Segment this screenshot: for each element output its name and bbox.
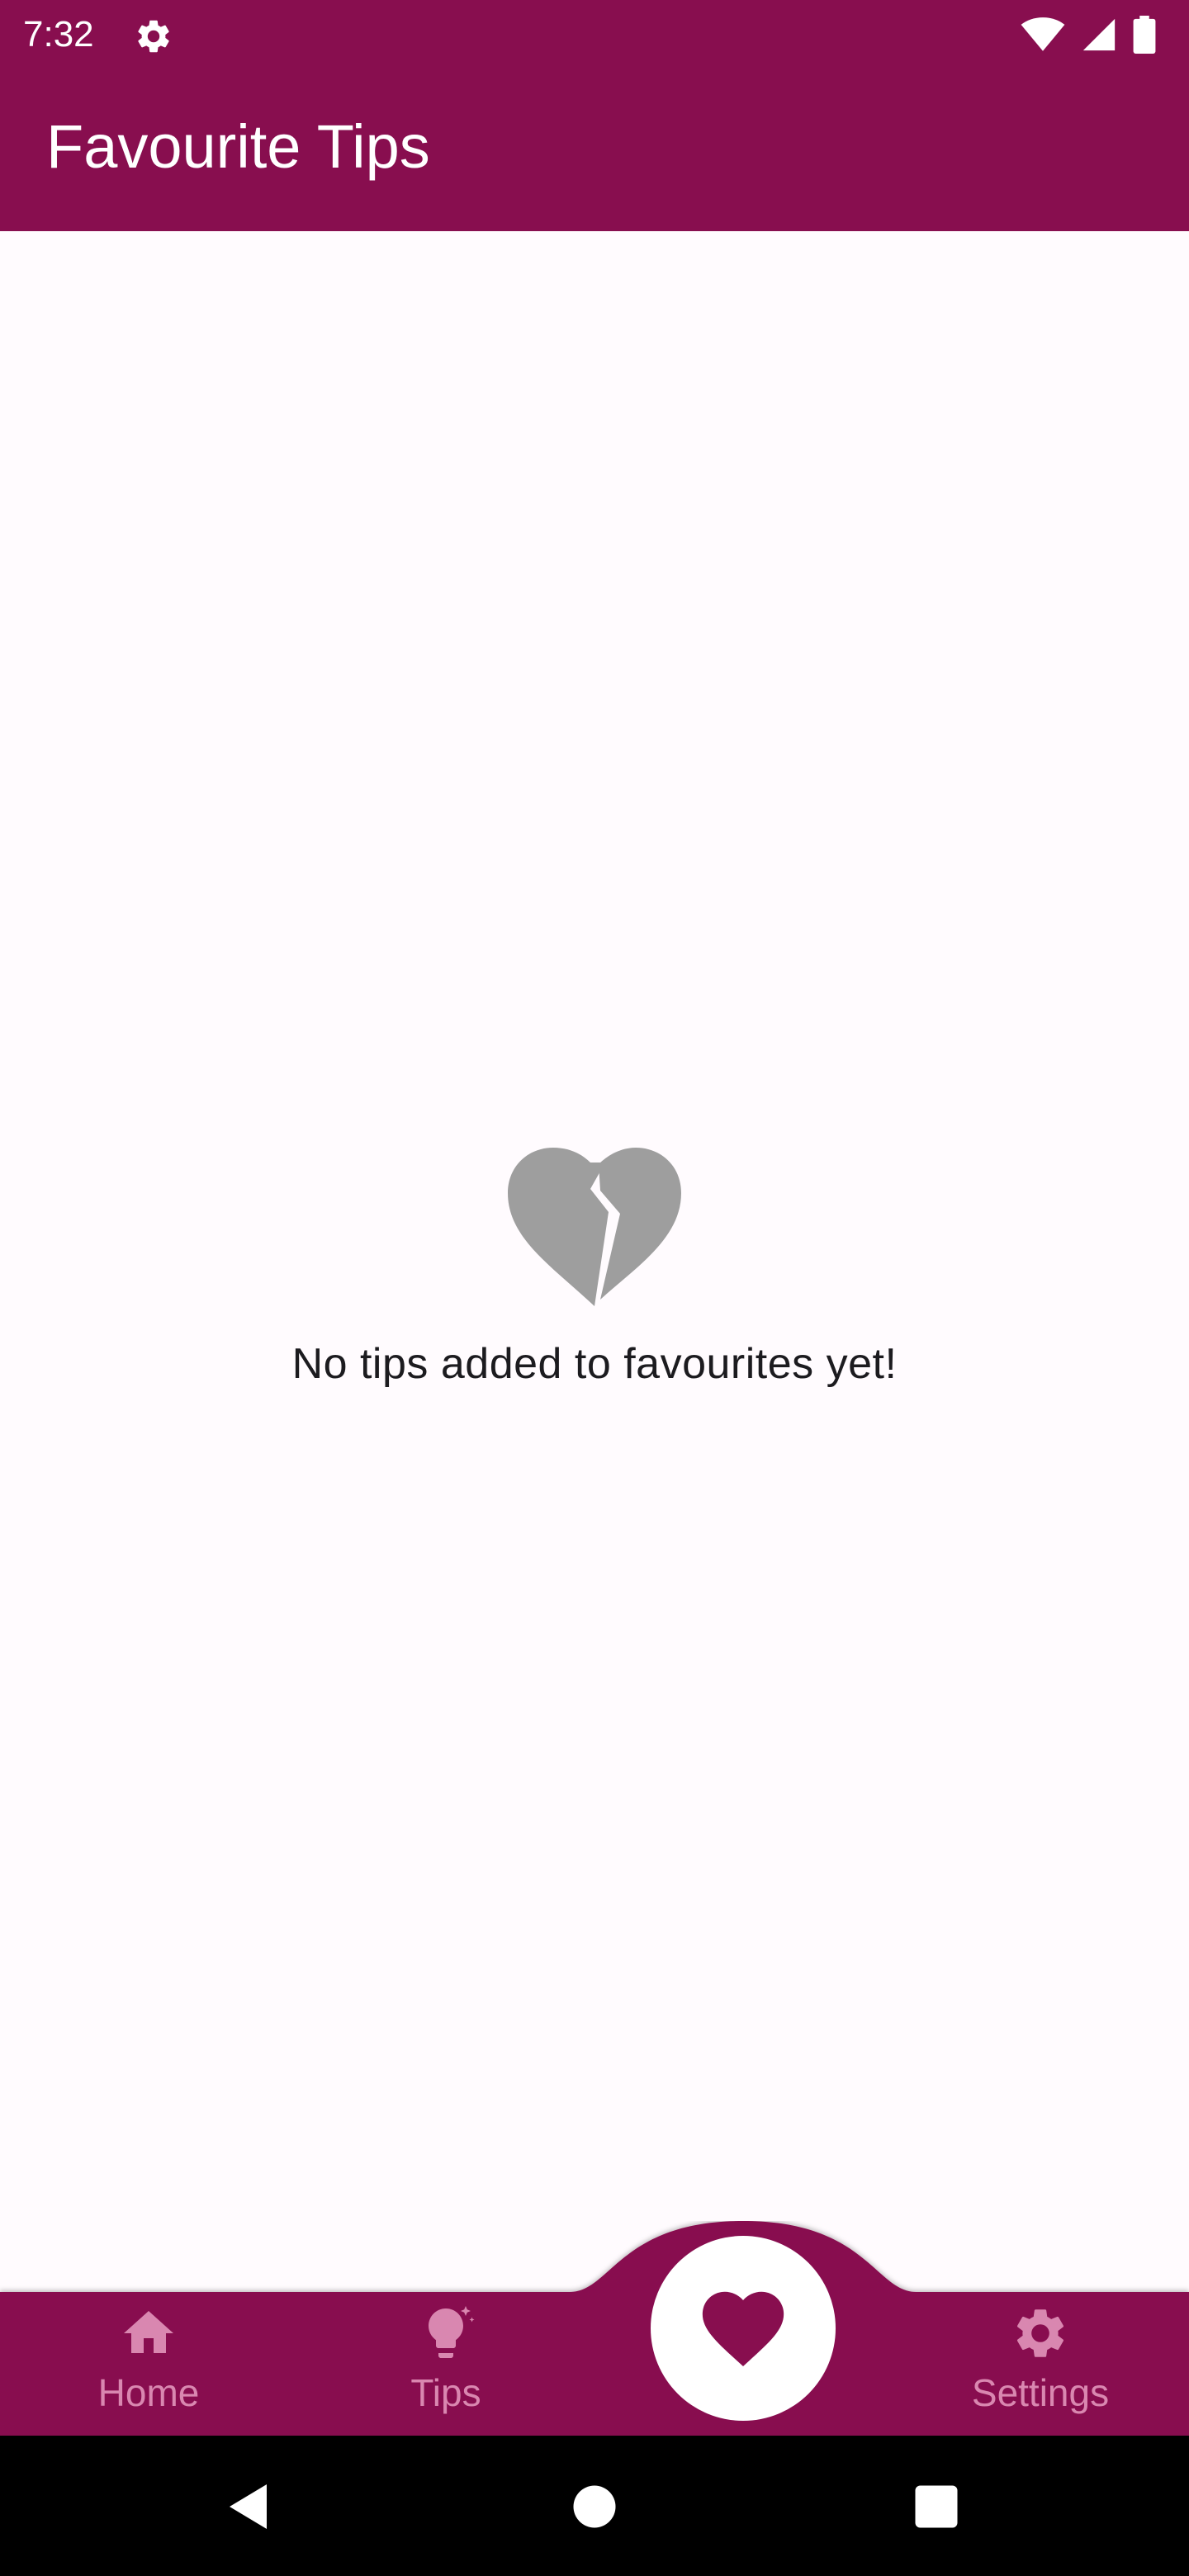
nav-item-settings[interactable]: Settings [941,2295,1139,2436]
battery-icon [1133,16,1156,54]
status-bar: 7:32 [0,0,1189,69]
home-button[interactable] [565,2477,624,2536]
nav-label-tips: Tips [410,2371,481,2414]
nav-label-settings: Settings [971,2371,1110,2414]
empty-state: No tips added to favourites yet! [0,1148,1189,1390]
wifi-icon [1021,17,1065,51]
status-icons [1021,15,1156,54]
status-time: 7:32 [23,14,94,54]
page-title: Favourite Tips [46,112,430,181]
nav-label-home: Home [97,2371,200,2414]
heart-icon [702,2291,784,2366]
broken-heart-icon [508,1148,681,1306]
app-header: 7:32 Favourite Tips [0,0,1189,231]
gear-icon [138,20,169,53]
home-icon [124,2311,173,2353]
signal-icon [1082,18,1116,51]
gear-icon [1016,2309,1064,2357]
nav-item-tips[interactable]: Tips [347,2295,545,2436]
favourites-nav-button[interactable] [651,2236,836,2421]
nav-item-home[interactable]: Home [50,2295,248,2436]
recents-button[interactable] [907,2477,966,2536]
back-button[interactable] [220,2477,279,2536]
system-navigation-bar [0,2436,1189,2576]
favourite-tips-screen: 7:32 Favourite Tips No tips added to fav… [0,0,1189,2576]
lightbulb-icon [429,2306,475,2358]
empty-state-message: No tips added to favourites yet! [291,1340,898,1388]
